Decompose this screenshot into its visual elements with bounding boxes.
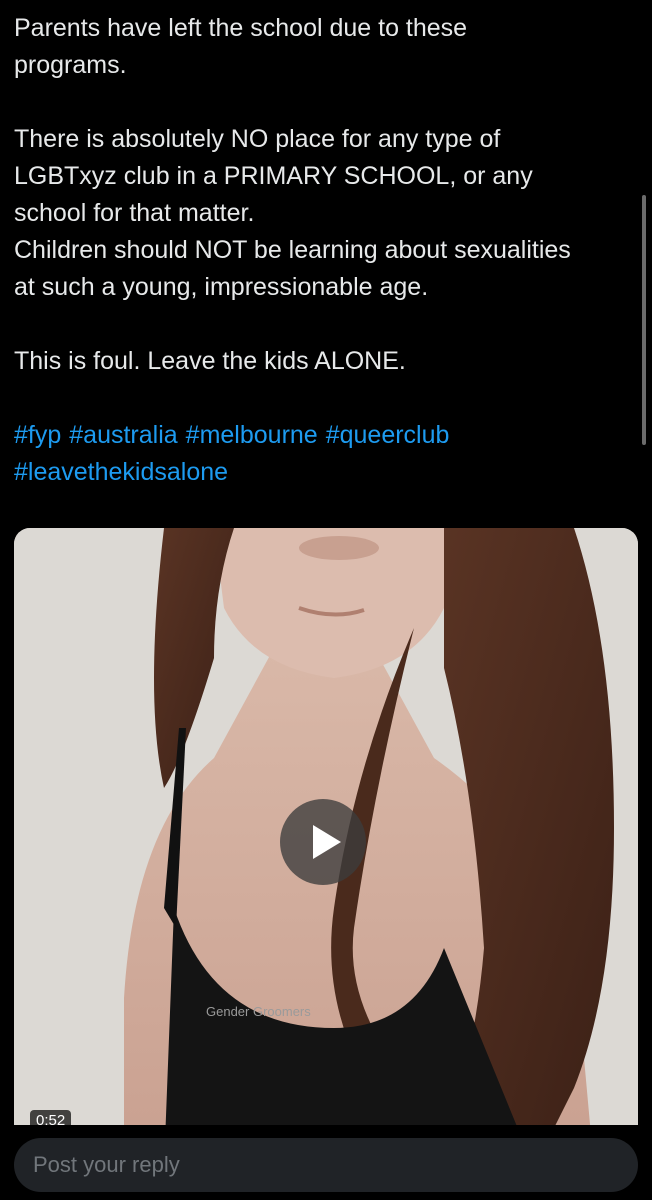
hashtag-link[interactable]: #queerclub bbox=[326, 421, 450, 449]
hashtag-link[interactable]: #leavethekidsalone bbox=[14, 458, 228, 486]
post-line: programs. bbox=[14, 51, 127, 79]
post-detail-page: Parents have left the school due to thes… bbox=[0, 0, 652, 1200]
post-paragraph-3: This is foul. Leave the kids ALONE. bbox=[14, 343, 634, 380]
post-paragraph-2: There is absolutely NO place for any typ… bbox=[14, 121, 634, 306]
hashtag-link[interactable]: #fyp bbox=[14, 421, 61, 449]
post-line: This is foul. Leave the kids ALONE. bbox=[14, 347, 406, 375]
post-line: Parents have left the school due to thes… bbox=[14, 14, 468, 42]
reply-bar: Post your reply bbox=[0, 1125, 652, 1200]
post-line: LGBTxyz club in a PRIMARY SCHOOL, or any bbox=[14, 162, 533, 190]
post-text: Parents have left the school due to thes… bbox=[14, 10, 634, 491]
post-line: There is absolutely NO place for any typ… bbox=[14, 125, 501, 153]
hashtag-link[interactable]: #australia bbox=[69, 421, 177, 449]
play-icon bbox=[313, 825, 341, 859]
post-line: at such a young, impressionable age. bbox=[14, 273, 429, 301]
post-line: school for that matter. bbox=[14, 199, 255, 227]
post-line: Children should NOT be learning about se… bbox=[14, 236, 571, 264]
hashtag-link[interactable]: #melbourne bbox=[186, 421, 318, 449]
play-button[interactable] bbox=[280, 799, 366, 885]
scrollbar[interactable] bbox=[642, 195, 646, 445]
shirt-text: Gender Groomers bbox=[206, 1004, 311, 1019]
post-paragraph-1: Parents have left the school due to thes… bbox=[14, 10, 634, 84]
reply-input[interactable]: Post your reply bbox=[14, 1138, 638, 1192]
hashtag-list: #fyp #australia #melbourne #queerclub #leav… bbox=[14, 417, 634, 491]
